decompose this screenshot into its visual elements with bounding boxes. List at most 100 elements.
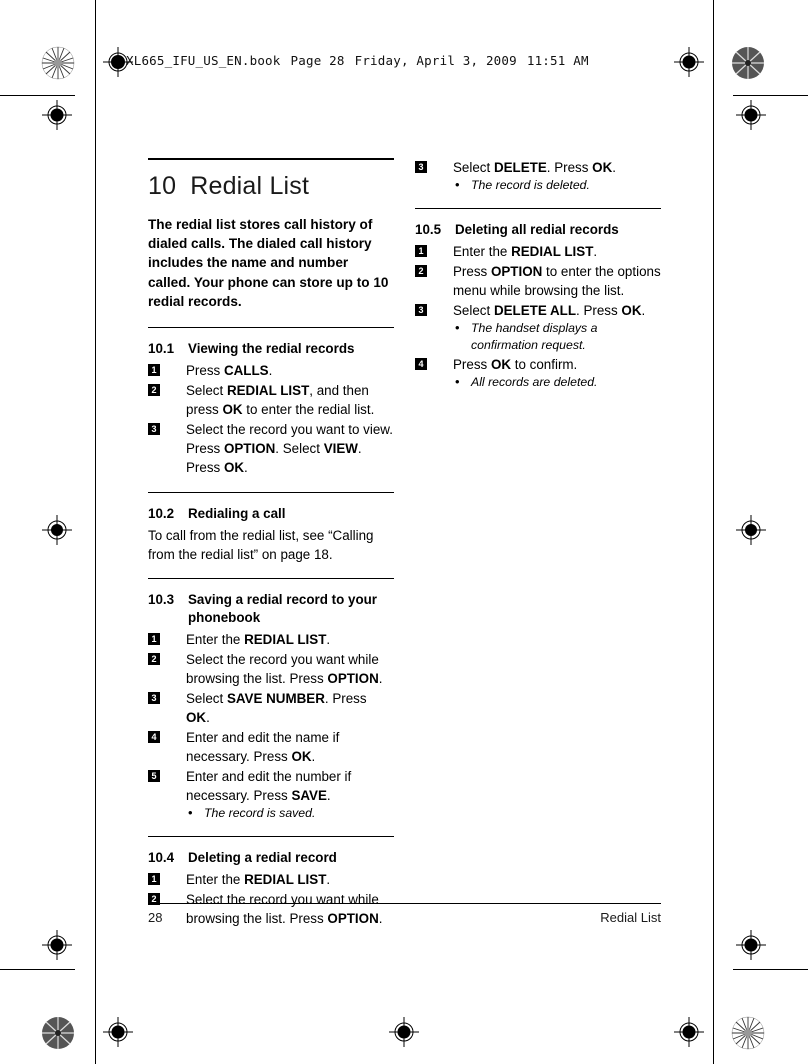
registration-mark-upper-left [42,100,72,130]
step-text: Select REDIAL LIST, and then press OK to… [186,383,375,418]
file-header-line: XL665_IFU_US_EN.book Page 28 Friday, April… [126,53,599,68]
step-number-marker: 1 [148,873,160,886]
step-item: 3 Select DELETE ALL. Press OK.The handset… [415,301,661,354]
step-item: 2 Press OPTION to enter the options menu … [415,262,661,300]
registration-mark-middle-left [42,515,72,545]
step-number-marker: 3 [148,691,160,704]
step-list-105: 1 Enter the REDIAL LIST. 2 Press OPTION to … [415,242,661,391]
registration-mark-top-right [674,47,704,77]
page-title: 10 Redial List [148,172,394,201]
step-note: The handset displays a confirmation requ… [453,319,661,354]
section-title-102: Redialing a call [188,505,286,521]
registration-mark-lower-left [42,930,72,960]
step-item: 4 Press OK to confirm.All records are del… [415,355,661,391]
step-item: 5 Enter and edit the number if necessary.… [148,767,394,822]
step-text: Select DELETE ALL. Press OK. [453,303,646,319]
section-heading-103: 10.3 Saving a redial record to your phon… [148,591,394,627]
step-note: All records are deleted. [453,373,661,391]
step-item: 1 Enter the REDIAL LIST. [415,242,661,261]
registration-mark-lower-right [736,930,766,960]
step-text: Enter the REDIAL LIST. [186,872,331,888]
step-number-marker: 1 [148,364,160,377]
star-target-top-right [731,46,765,80]
step-text: Select DELETE. Press OK. [453,160,616,175]
step-number-marker: 1 [148,632,160,645]
step-item: 3 Select SAVE NUMBER. Press OK. [148,689,394,727]
section-rule-104 [148,836,394,838]
section-title-105: Deleting all redial records [455,222,619,237]
section-title-104: Deleting a redial record [188,850,337,866]
section-heading-102: 10.2 Redialing a call [148,505,394,523]
registration-mark-upper-right [736,100,766,130]
section-heading-105: 10.5 Deleting all redial records [415,221,661,239]
step-number-marker: 4 [148,731,160,744]
section-number-102: 10.2 [148,505,175,521]
footer-rule [148,903,661,904]
step-note-list: All records are deleted. [453,373,661,391]
registration-mark-bottom-left [103,1017,133,1047]
step-item: 2 Select REDIAL LIST, and then press OK t… [148,381,394,419]
registration-mark-middle-right [736,515,766,545]
step-item: 1 Enter the REDIAL LIST. [148,630,394,649]
section-title-103: Saving a redial record to your phonebook [188,591,378,625]
section-heading-104: 10.4 Deleting a redial record [148,849,394,867]
content-column-left: 10 Redial List The redial list stores cal… [148,158,394,942]
step-text: Select the record you want to view. Pres… [186,422,393,476]
chapter-name: Redial List [190,172,310,200]
star-target-top-left [41,46,75,80]
step-note-list: The record is deleted. [453,176,661,194]
step-item: 2 Select the record you want while browsi… [148,650,394,688]
registration-mark-bottom-center [389,1017,419,1047]
chapter-intro: The redial list stores call history of d… [148,216,389,309]
section-rule-101 [148,327,394,329]
step-note-list: The handset displays a confirmation requ… [453,319,661,354]
file-header-date: Friday, April 3, 2009 [354,53,517,68]
section-heading-101: 10.1 Viewing the redial records [148,340,394,358]
step-number-marker: 2 [148,652,160,665]
step-text: Enter and edit the number if necessary. … [186,769,352,804]
file-header-page: Page 28 [290,53,345,68]
step-text: Enter the REDIAL LIST. [186,631,331,647]
step-text: Press OK to confirm. [453,357,578,373]
step-item: 1 Enter the REDIAL LIST. [148,870,394,889]
step-text: Select the record you want while browsin… [186,651,383,686]
chapter-rule [148,158,394,160]
chapter-number: 10 [148,172,177,200]
crop-line-bottom-right [733,969,808,970]
step-text: Press CALLS. [186,363,273,379]
step-number-marker: 5 [148,770,160,783]
step-note: The record is saved. [186,804,394,822]
step-item: 3 Select DELETE. Press OK.The record is d… [415,158,661,194]
star-target-bottom-left [41,1016,75,1050]
step-text: Enter and edit the name if necessary. Pr… [186,730,340,765]
section-number-101: 10.1 [148,341,175,357]
crop-line-top-left [0,95,75,96]
footer-chapter-name: Redial List [600,910,661,925]
step-item: 3 Select the record you want to view. Pre… [148,420,394,477]
step-note-list: The record is saved. [186,804,394,822]
step-item: 2 Select the record you want while browsi… [148,890,394,928]
section-rule-105 [415,208,661,209]
step-item: 1 Press CALLS. [148,361,394,380]
section-number-104: 10.4 [148,850,175,866]
content-column-right: 3 Select DELETE. Press OK.The record is d… [415,158,661,405]
section-rule-102 [148,491,394,493]
file-header-filename: XL665_IFU_US_EN.book [126,53,281,68]
step-number-marker: 3 [148,423,160,436]
step-item: 4 Enter and edit the name if necessary. P… [148,728,394,766]
star-target-bottom-right [731,1016,765,1050]
document-page: XL665_IFU_US_EN.book Page 28 Friday, April… [0,0,808,1064]
step-list-104-partial: 1 Enter the REDIAL LIST. 2 Select the recor… [148,870,394,928]
step-number-marker: 2 [415,265,427,278]
step-text: Press OPTION to enter the options menu w… [453,264,661,299]
step-list-104-continued: 3 Select DELETE. Press OK.The record is d… [415,158,661,194]
step-number-marker: 3 [415,161,427,173]
section-title-101: Viewing the redial records [188,341,355,357]
crop-line-top-right [733,95,808,96]
step-text: Select SAVE NUMBER. Press OK. [186,690,367,725]
crop-line-left [95,0,96,1064]
file-header-time: 11:51 AM [526,53,589,68]
section-number-103: 10.3 [148,591,175,607]
step-list-103: 1 Enter the REDIAL LIST. 2 Select the recor… [148,630,394,822]
crop-line-bottom-left [0,969,75,970]
